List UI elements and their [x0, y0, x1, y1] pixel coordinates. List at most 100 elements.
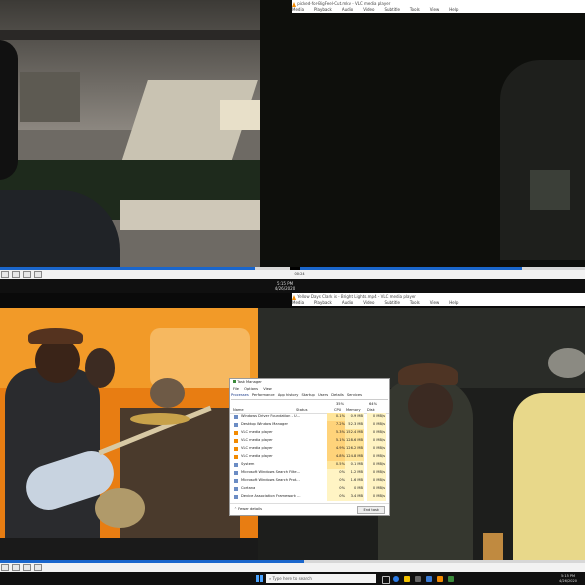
play-button-2[interactable] — [1, 563, 9, 571]
menu-video-2[interactable]: Video — [363, 300, 374, 305]
menu-tools[interactable]: Tools — [410, 7, 420, 12]
tab-processes[interactable]: Processes — [231, 393, 249, 397]
table-row[interactable]: VLC media player 5.1% 128.6 MB 0 MB/s — [230, 437, 389, 445]
explorer-icon[interactable] — [404, 576, 410, 582]
menu-tools-2[interactable]: Tools — [410, 300, 420, 305]
table-row[interactable]: VLC media player 4.9% 126.2 MB 0 MB/s — [230, 445, 389, 453]
vlc-cone-icon — [234, 439, 238, 443]
start-button[interactable] — [256, 575, 263, 582]
menu-audio-2[interactable]: Audio — [342, 300, 353, 305]
tm-menu-view[interactable]: View — [263, 387, 272, 391]
table-row[interactable]: Device Association Framework ... 0% 3.4 MB… — [230, 493, 389, 501]
tab-details[interactable]: Details — [331, 393, 343, 397]
cpu-cell: 0.1% — [327, 413, 346, 421]
memory-cell: 128.6 MB — [345, 437, 364, 445]
tab-app-history[interactable]: App history — [278, 393, 299, 397]
cpu-cell: 0% — [327, 485, 346, 493]
bottom-taskbar-clock[interactable]: 5:15 PM 4/26/2020 — [553, 574, 583, 583]
tm-menu-options[interactable]: Options — [244, 387, 258, 391]
disk-cell: 0 MB/s — [367, 493, 386, 501]
next-button-2[interactable] — [34, 563, 43, 571]
menu-audio[interactable]: Audio — [342, 7, 353, 12]
vlc-cone-icon — [234, 447, 238, 451]
chevron-up-icon: ⌃ — [234, 507, 238, 511]
table-row[interactable]: Desktop Window Manager 7.2% 52.3 MB 0 MB/s — [230, 421, 389, 429]
play-button[interactable] — [1, 270, 9, 278]
memory-cell: 126.2 MB — [345, 445, 364, 453]
table-row[interactable]: System 0.5% 0.1 MB 0 MB/s — [230, 461, 389, 469]
fewer-details-label: Fewer details — [238, 507, 262, 511]
menu-media[interactable]: Media — [292, 7, 304, 12]
tm-footer: ⌃ Fewer details End task — [230, 503, 389, 515]
memory-cell: 0 MB — [345, 485, 364, 493]
tab-services[interactable]: Services — [347, 393, 362, 397]
top-vlc-menubar: Media Playback Audio Video Subtitle Tools View… — [292, 7, 585, 13]
table-row[interactable]: VLC media player 5.3% 152.4 MB 0 MB/s — [230, 429, 389, 437]
memory-cell: 3.4 MB — [345, 493, 364, 501]
memory-cell: 0.1 MB — [345, 461, 364, 469]
table-row[interactable]: Microsoft Windows Search Filte... 0% 1.2 M… — [230, 469, 389, 477]
disk-cell: 0 MB/s — [367, 413, 386, 421]
memory-cell: 52.3 MB — [345, 421, 364, 429]
menu-video[interactable]: Video — [363, 7, 374, 12]
bottom-video-left — [0, 308, 258, 560]
menu-playback-2[interactable]: Playback — [314, 300, 332, 305]
cpu-cell: 0.5% — [327, 461, 346, 469]
mail-icon[interactable] — [426, 576, 432, 582]
tm-titlebar: Task Manager — [230, 379, 389, 386]
tab-performance[interactable]: Performance — [252, 393, 275, 397]
task-view-icon[interactable] — [382, 576, 390, 584]
cpu-cell: 4.8% — [327, 453, 346, 461]
table-row[interactable]: VLC media player 4.8% 124.8 MB 0 MB/s — [230, 453, 389, 461]
search-box[interactable]: ⌕ Type here to search — [266, 574, 376, 583]
table-row[interactable]: Cortana 0% 0 MB 0 MB/s — [230, 485, 389, 493]
fewer-details-button[interactable]: ⌃ Fewer details — [234, 507, 262, 511]
tm-tabs: Processes Performance App history Startu… — [231, 392, 388, 400]
disk-cell: 0 MB/s — [367, 429, 386, 437]
menu-media-2[interactable]: Media — [292, 300, 304, 305]
search-icon: ⌕ — [269, 576, 272, 581]
disk-cell: 0 MB/s — [367, 437, 386, 445]
disk-cell: 0 MB/s — [367, 461, 386, 469]
process-name: VLC media player — [241, 438, 273, 442]
menu-view[interactable]: View — [430, 7, 440, 12]
top-controls: 00:24 — [0, 270, 585, 279]
end-task-button[interactable]: End task — [357, 506, 385, 514]
bottom-vlc-title: Yellow Days Clark is - Bright Lights.mp4… — [297, 294, 416, 299]
cpu-cell: 7.2% — [327, 421, 346, 429]
tm-menu-file[interactable]: File — [233, 387, 239, 391]
process-name: Microsoft Windows Search Prot... — [241, 478, 300, 482]
stop-button-2[interactable] — [23, 563, 32, 571]
process-icon — [234, 415, 238, 419]
task-manager-taskbar-icon[interactable] — [448, 576, 454, 582]
search-placeholder: Type here to search — [272, 576, 312, 581]
process-name: VLC media player — [241, 446, 273, 450]
menu-subtitle-2[interactable]: Subtitle — [384, 300, 399, 305]
top-time: 00:24 — [294, 272, 305, 276]
prev-button[interactable] — [12, 270, 21, 278]
vlc-cone-icon — [234, 431, 238, 435]
menu-subtitle[interactable]: Subtitle — [384, 7, 399, 12]
table-row[interactable]: Windows Driver Foundation - U... 0.1% 0.9 … — [230, 413, 389, 421]
tab-users[interactable]: Users — [318, 393, 328, 397]
menu-help-2[interactable]: Help — [449, 300, 458, 305]
menu-help[interactable]: Help — [449, 7, 458, 12]
store-icon[interactable] — [415, 576, 421, 582]
vlc-taskbar-icon[interactable] — [437, 576, 443, 582]
top-taskbar-clock[interactable]: 5:15 PM 4/26/2020 — [270, 281, 300, 291]
menu-playback[interactable]: Playback — [314, 7, 332, 12]
edge-icon[interactable] — [393, 576, 399, 582]
process-icon — [234, 423, 238, 427]
process-icon — [234, 471, 238, 475]
prev-button-2[interactable] — [12, 563, 21, 571]
next-button[interactable] — [34, 270, 43, 278]
tm-title: Task Manager — [237, 380, 262, 384]
menu-view-2[interactable]: View — [430, 300, 440, 305]
table-row[interactable]: Microsoft Windows Search Prot... 0% 1.6 MB… — [230, 477, 389, 485]
stop-button[interactable] — [23, 270, 32, 278]
process-icon — [234, 479, 238, 483]
bottom-taskbar: ⌕ Type here to search 5:15 PM 4/26/2020 — [0, 572, 585, 585]
vlc-cone-icon-2 — [292, 294, 296, 300]
process-name: VLC media player — [241, 454, 273, 458]
tab-startup[interactable]: Startup — [302, 393, 315, 397]
